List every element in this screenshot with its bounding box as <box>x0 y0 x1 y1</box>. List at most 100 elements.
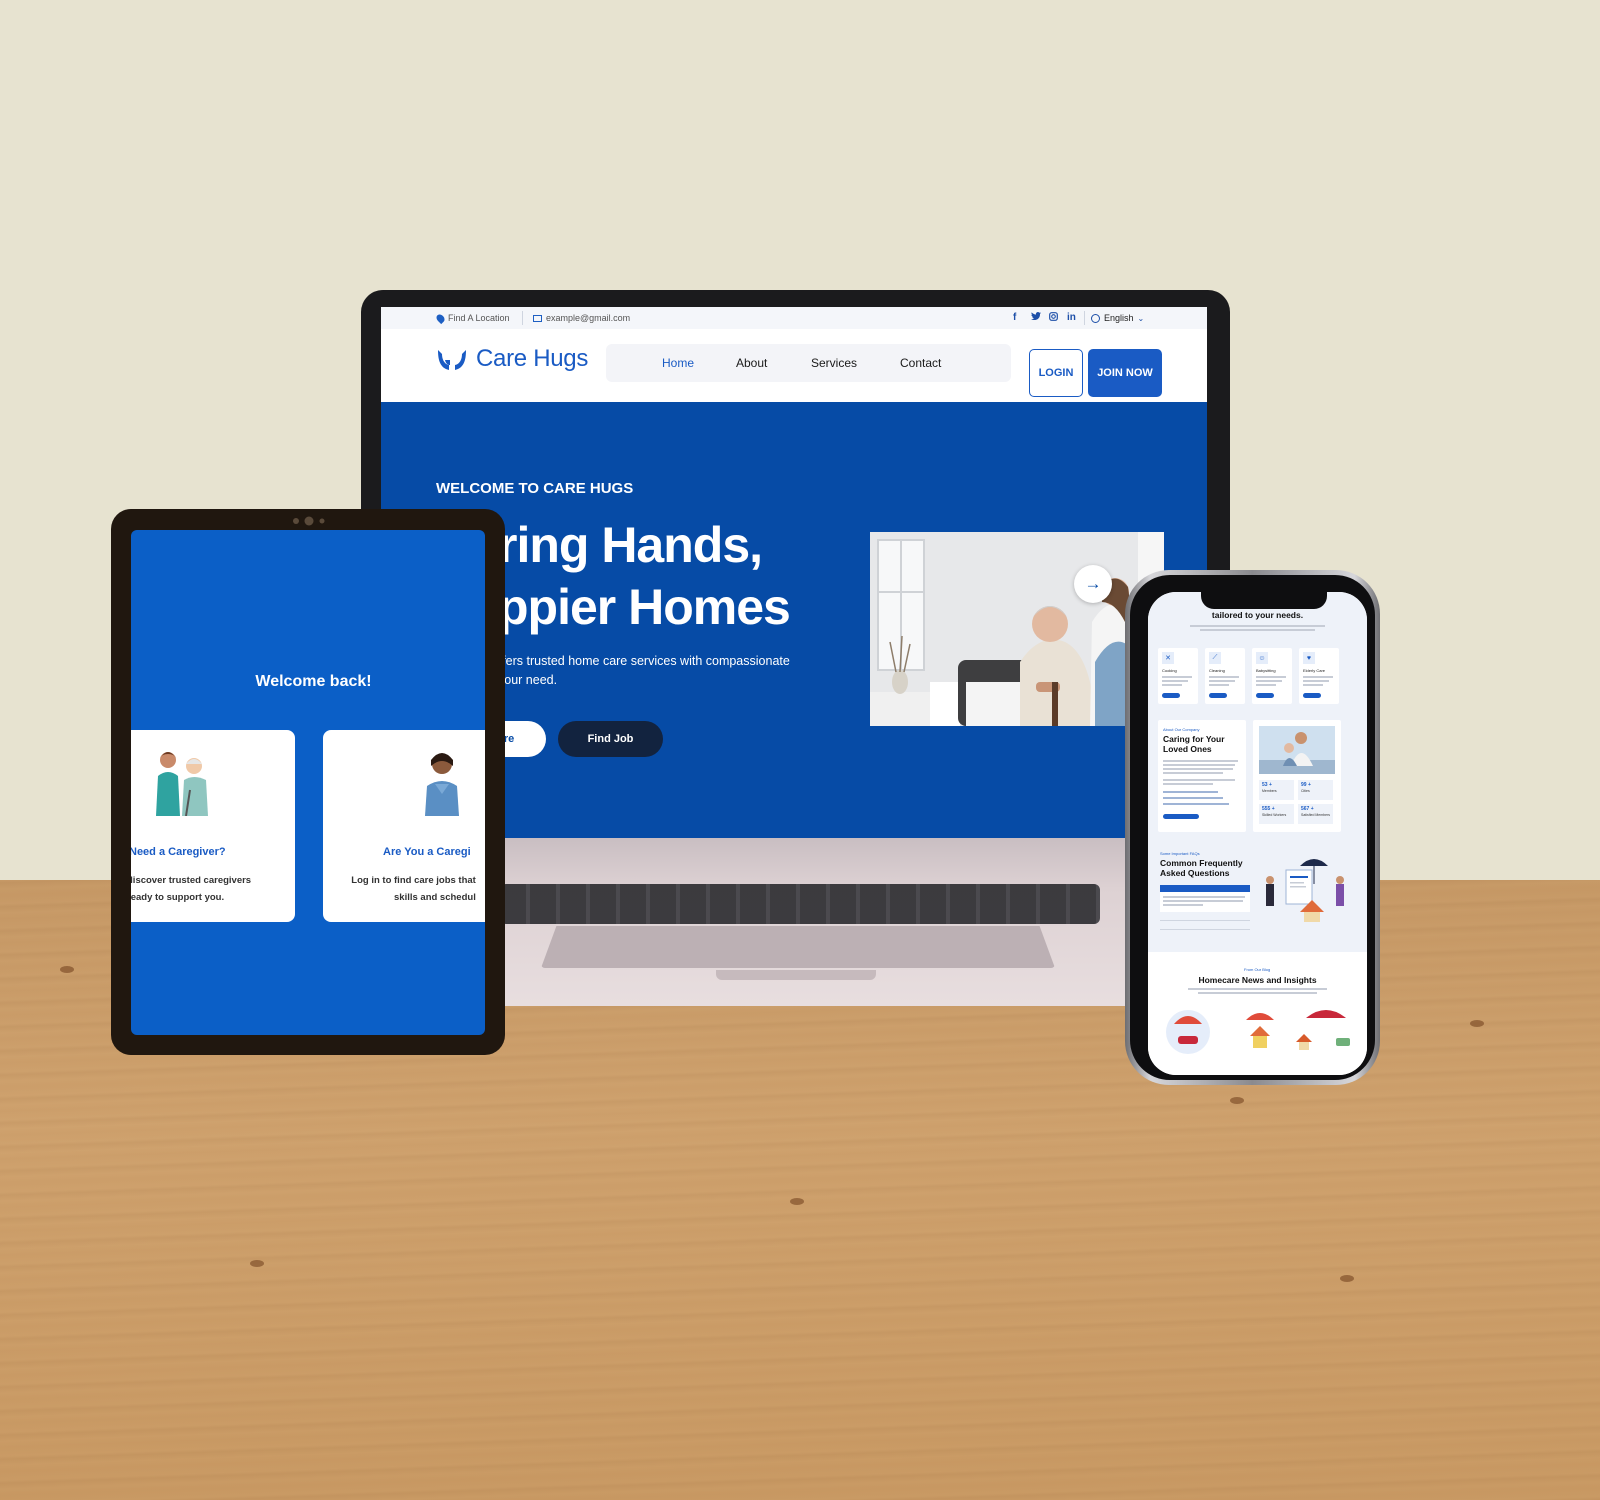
are-you-caregiver-card[interactable]: Are You a Caregi Log in to find care job… <box>323 730 485 922</box>
top-info-bar: Find A Location example@gmail.com f in E… <box>381 307 1207 329</box>
text-line <box>1209 684 1229 686</box>
twitter-icon[interactable] <box>1031 312 1041 324</box>
learn-more-button[interactable] <box>1209 693 1227 698</box>
phone-bezel: tailored to your needs. ✕ Cooking ⟋ Clea… <box>1130 575 1375 1080</box>
faq-item[interactable] <box>1160 923 1250 930</box>
text-line <box>1303 684 1323 686</box>
text-line <box>1209 676 1239 678</box>
location-link[interactable]: Find A Location <box>434 312 510 324</box>
stat-satisfied-members: 567 + Satisfied Members <box>1298 804 1333 824</box>
are-you-caregiver-text-line2: skills and schedul <box>394 892 476 903</box>
instagram-icon[interactable] <box>1049 312 1058 324</box>
text-line <box>1303 676 1333 678</box>
service-label: Babysitting <box>1256 668 1276 673</box>
text-line <box>1162 676 1192 678</box>
stat-cities: 99 + Cities <box>1298 780 1333 800</box>
stat-label: Members <box>1262 789 1277 793</box>
phone-device: tailored to your needs. ✕ Cooking ⟋ Clea… <box>1125 570 1380 1085</box>
email-link[interactable]: example@gmail.com <box>533 313 630 323</box>
text-line <box>1198 992 1317 994</box>
linkedin-icon[interactable]: in <box>1067 312 1076 323</box>
service-card-elderly-care[interactable]: ♥ Elderly Care <box>1299 648 1339 704</box>
faq-item-open[interactable] <box>1160 885 1250 892</box>
learn-more-button[interactable] <box>1303 693 1321 698</box>
check-item <box>1163 797 1223 799</box>
hero-kicker: WELCOME TO CARE HUGS <box>436 480 634 497</box>
learn-more-button[interactable] <box>1256 693 1274 698</box>
check-item <box>1163 803 1229 805</box>
more-information-button[interactable] <box>1163 814 1199 819</box>
wood-knot <box>1470 1020 1484 1027</box>
join-now-button[interactable]: JOIN NOW <box>1088 349 1162 397</box>
main-navbar: Care Hugs Home About Services Contact LO… <box>381 329 1207 402</box>
text-line <box>1162 684 1182 686</box>
brand-logo[interactable]: Care Hugs <box>436 345 588 373</box>
text-line <box>1163 768 1233 770</box>
elderly-icon: ♥ <box>1303 652 1315 664</box>
insurance-illustration <box>1266 859 1344 922</box>
news-thumbnails <box>1166 1010 1350 1054</box>
need-caregiver-text-line2: ready to support you. <box>131 892 225 903</box>
nav-home[interactable]: Home <box>662 356 694 370</box>
stat-label: Skilled Workers <box>1262 813 1287 817</box>
envelope-icon <box>533 314 542 322</box>
email-label: example@gmail.com <box>546 313 631 323</box>
divider <box>522 311 523 325</box>
nav-about[interactable]: About <box>736 356 767 370</box>
wood-knot <box>60 966 74 973</box>
facebook-icon[interactable]: f <box>1013 312 1016 323</box>
laptop-keyboard <box>500 884 1100 924</box>
text-line <box>1163 764 1235 766</box>
need-caregiver-card[interactable]: Need a Caregiver? discover trusted careg… <box>131 730 295 922</box>
wood-knot <box>250 1260 264 1267</box>
stat-value: 555 + <box>1262 806 1275 812</box>
login-button[interactable]: LOGIN <box>1029 349 1083 397</box>
text-line <box>1256 684 1276 686</box>
location-label: Find A Location <box>448 313 510 323</box>
faq-item[interactable] <box>1160 914 1250 921</box>
text-line <box>1256 680 1282 682</box>
family-photo <box>1259 726 1335 774</box>
find-job-button[interactable]: Find Job <box>558 721 663 757</box>
chevron-down-icon: ⌄ <box>1137 313 1145 323</box>
text-line <box>1163 779 1235 781</box>
text-line <box>1209 680 1235 682</box>
text-line <box>1162 680 1188 682</box>
need-caregiver-text: discover trusted caregivers ready to sup… <box>131 872 251 906</box>
need-caregiver-text-line1: discover trusted caregivers <box>131 875 252 886</box>
learn-more-button[interactable] <box>1162 693 1180 698</box>
text-line <box>1200 629 1315 631</box>
nav-services[interactable]: Services <box>811 356 857 370</box>
are-you-caregiver-text: Log in to find care jobs that skills and… <box>350 872 476 906</box>
hero-photo-caregiver-elderly <box>870 532 1164 726</box>
faq-answer <box>1160 892 1250 912</box>
faq-title-line2: Asked Questions <box>1160 868 1230 878</box>
nav-contact[interactable]: Contact <box>900 356 941 370</box>
text-line <box>1163 904 1203 906</box>
language-selector[interactable]: English ⌄ <box>1091 313 1144 323</box>
are-you-caregiver-title: Are You a Caregi <box>383 846 471 858</box>
wood-knot <box>790 1198 804 1205</box>
text-line <box>1163 896 1245 898</box>
stat-value: 53 + <box>1262 782 1272 788</box>
service-card-cleaning[interactable]: ⟋ Cleaning <box>1205 648 1245 704</box>
divider <box>1084 311 1085 325</box>
text-line <box>1188 988 1327 990</box>
about-title-line1: Caring for Your <box>1163 734 1225 744</box>
service-card-cooking[interactable]: ✕ Cooking <box>1158 648 1198 704</box>
globe-icon <box>1091 313 1100 323</box>
location-pin-icon <box>434 312 447 324</box>
text-line <box>1163 783 1213 785</box>
phone-notch <box>1201 592 1327 609</box>
tablet-screen: Welcome back! Need a Caregiver? discover… <box>131 530 485 1035</box>
language-label: English <box>1104 313 1134 323</box>
text-line <box>1190 625 1325 627</box>
faq-title-line1: Common Frequently <box>1160 858 1243 868</box>
broom-icon: ⟋ <box>1209 652 1221 664</box>
laptop-trackpad <box>541 926 1055 968</box>
about-title: Caring for Your Loved Ones <box>1163 734 1225 754</box>
slider-next-arrow-icon[interactable]: → <box>1074 565 1112 603</box>
service-card-babysitting[interactable]: ☺ Babysitting <box>1252 648 1292 704</box>
about-kicker: About Our Company <box>1163 727 1200 732</box>
fork-knife-icon: ✕ <box>1162 652 1174 664</box>
